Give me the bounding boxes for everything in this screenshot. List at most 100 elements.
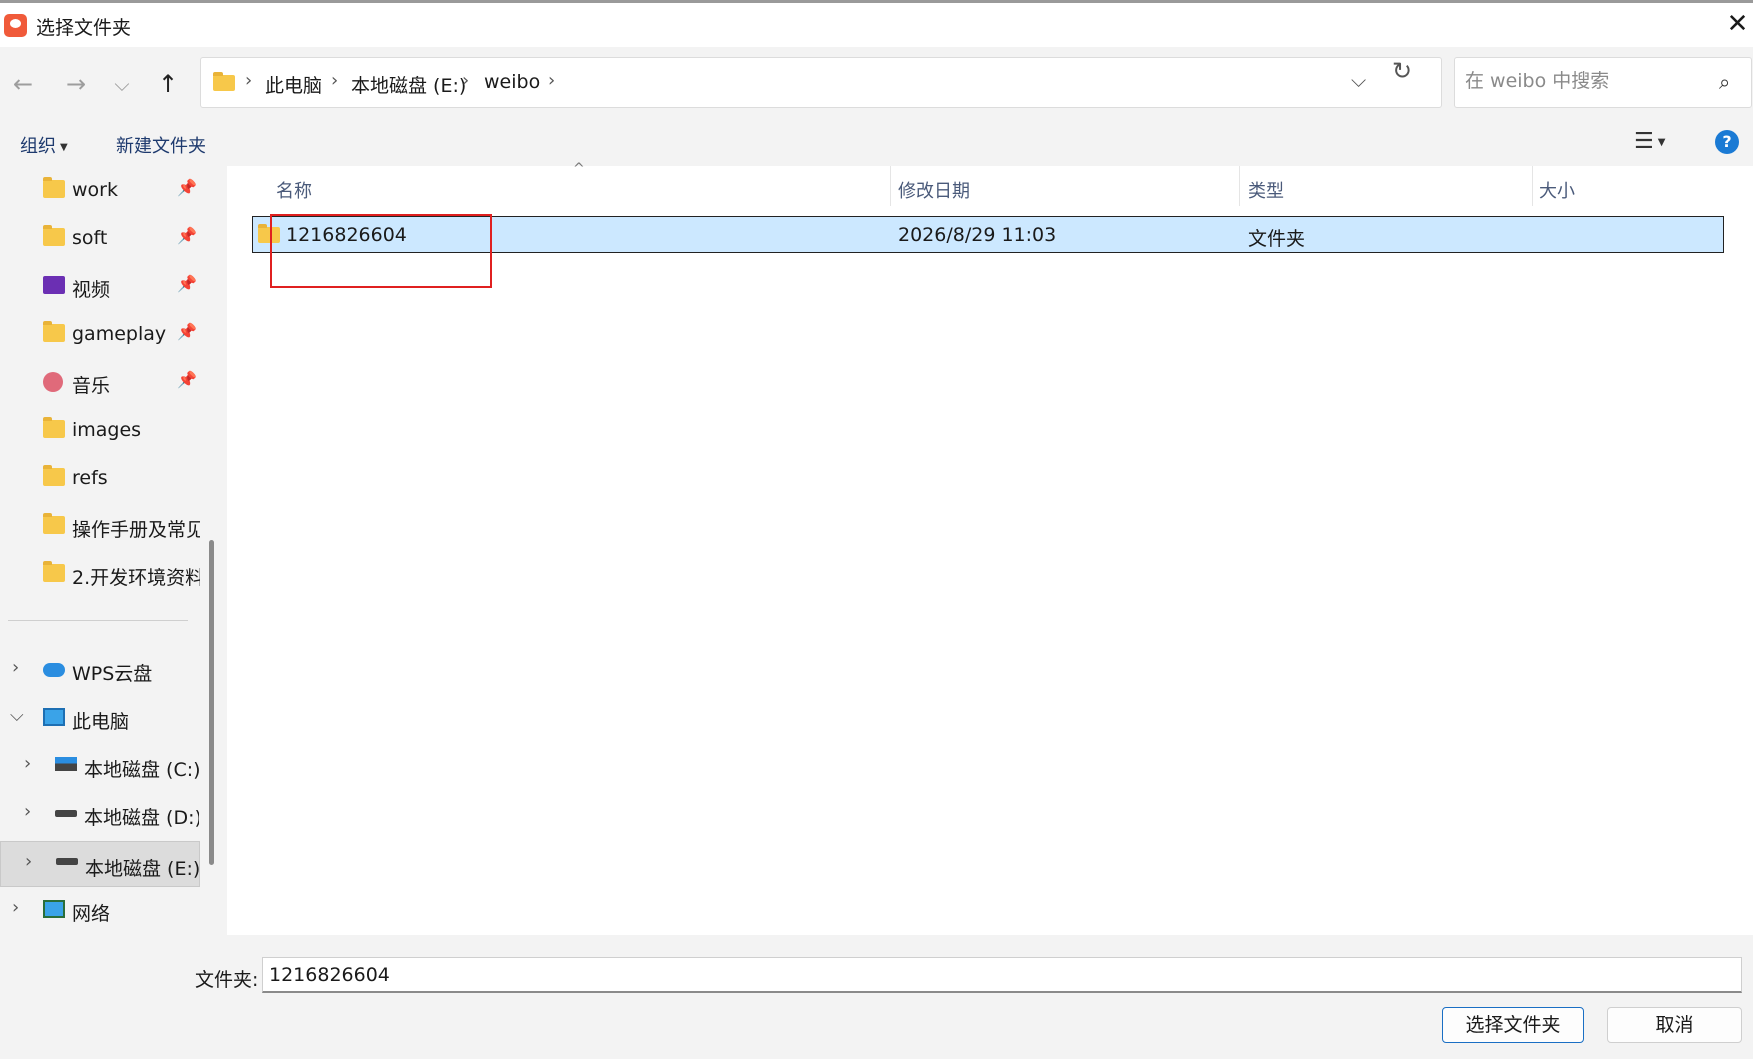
breadcrumb-separator-icon: › [548,70,556,91]
refresh-icon[interactable]: ↻ [1392,57,1412,85]
folder-icon [43,561,65,582]
breadcrumb-separator-icon: › [462,70,470,91]
column-header-modified[interactable]: 修改日期 [898,177,970,203]
column-header-type[interactable]: 类型 [1248,177,1284,203]
view-options-icon[interactable]: ☰ ▼ [1634,129,1665,154]
sidebar-item-label: refs [72,467,108,489]
organize-menu[interactable]: 组织 ▼ [20,132,68,158]
breadcrumb-separator-icon: › [245,70,253,91]
sidebar-item-label: soft [72,227,108,249]
organize-label: 组织 [20,136,56,157]
sidebar-item-label: 音乐 [72,375,111,397]
select-folder-button[interactable]: 选择文件夹 [1442,1007,1584,1043]
drive-icon [55,810,77,817]
column-header-name[interactable]: 名称 [276,177,312,203]
music-icon [43,372,63,392]
sidebar-item-refs[interactable]: refs [0,458,200,498]
sidebar-item-music[interactable]: 音乐 📌 [0,362,200,402]
sort-ascending-icon: ^ [573,161,585,177]
help-icon[interactable]: ? [1715,130,1739,154]
pin-icon: 📌 [177,226,197,245]
sidebar-item-label: 此电脑 [72,711,130,733]
search-icon[interactable]: ⌕ [1719,70,1730,94]
chevron-right-icon[interactable]: › [24,753,31,774]
pin-icon: 📌 [177,370,197,389]
column-divider[interactable] [1239,166,1240,206]
chevron-right-icon[interactable]: › [24,801,31,822]
drive-icon [56,858,78,865]
sidebar-item-network[interactable]: › 网络 [0,890,200,930]
address-dropdown-icon[interactable]: ⌵ [1351,68,1366,92]
cloud-icon [43,663,65,677]
drive-icon [55,757,77,771]
sidebar-item-label: 操作手册及常见问题 [72,519,200,541]
breadcrumb-weibo[interactable]: weibo [484,71,540,93]
sidebar-item-images[interactable]: images [0,410,200,450]
chevron-right-icon[interactable]: › [25,851,32,872]
search-box[interactable]: ⌕ [1454,57,1752,108]
sidebar-divider [8,620,188,621]
sidebar-item-label: 本地磁盘 (C:) [84,759,199,781]
folder-label: 文件夹: [195,969,259,991]
sidebar-item-manual[interactable]: 操作手册及常见问题 [0,506,200,546]
app-icon [4,14,27,37]
column-divider[interactable] [890,166,891,206]
sidebar-item-drive-d[interactable]: › 本地磁盘 (D:) [0,794,200,834]
forward-arrow-icon[interactable]: → [60,68,92,100]
navigation-pane: work 📌 soft 📌 视频 📌 gameplay 📌 音乐 📌 image… [0,166,201,935]
caret-down-icon: ▼ [1657,136,1666,148]
cell-modified: 2026/8/29 11:03 [898,224,1057,246]
sidebar-item-wps-cloud[interactable]: › WPS云盘 [0,650,200,690]
sidebar-item-label: 视频 [72,279,111,301]
new-folder-button[interactable]: 新建文件夹 [116,132,206,158]
search-input[interactable] [1465,70,1715,92]
sidebar-item-drive-e[interactable]: › 本地磁盘 (E:) [0,841,200,887]
folder-name-input[interactable] [262,957,1742,993]
sidebar-item-this-pc[interactable]: ⌵ 此电脑 [0,698,200,738]
close-icon[interactable]: ✕ [1722,9,1753,39]
pin-icon: 📌 [177,322,197,341]
cancel-button[interactable]: 取消 [1607,1007,1742,1043]
column-header-size[interactable]: 大小 [1539,177,1575,203]
sidebar-item-label: 本地磁盘 (E:) [85,858,200,880]
sidebar-item-gameplay[interactable]: gameplay 📌 [0,314,200,354]
view-list-icon: ☰ [1634,129,1654,154]
sidebar-item-work[interactable]: work 📌 [0,170,200,210]
sidebar-item-label: WPS云盘 [72,663,153,685]
sidebar-item-label: work [72,179,118,201]
sidebar-item-label: 本地磁盘 (D:) [84,807,199,829]
caret-down-icon: ▼ [60,141,68,153]
sidebar-scrollbar[interactable] [209,540,214,865]
up-arrow-icon[interactable]: ↑ [152,68,184,100]
pin-icon: 📌 [177,178,197,197]
column-divider[interactable] [1532,166,1533,206]
folder-icon [43,177,65,198]
folder-icon [43,225,65,246]
sidebar-item-label: 2.开发环境资料 [72,567,200,589]
sidebar-item-video[interactable]: 视频 📌 [0,266,200,306]
back-arrow-icon[interactable]: ← [7,68,39,100]
chevron-right-icon[interactable]: › [12,657,19,678]
pin-icon: 📌 [177,274,197,293]
title-bar: 选择文件夹 ✕ [0,3,1753,47]
toolbar: 组织 ▼ 新建文件夹 ☰ ▼ ? [0,121,1753,166]
breadcrumb-this-pc[interactable]: 此电脑 [265,71,322,98]
file-list: ^ 名称 修改日期 类型 大小 1216826604 2026/8/29 11:… [227,161,1753,935]
folder-icon [213,72,235,91]
breadcrumb-drive-e[interactable]: 本地磁盘 (E:) [351,71,466,98]
chevron-down-icon[interactable]: ⌵ [10,705,24,726]
folder-icon [43,417,65,438]
chevron-right-icon[interactable]: › [12,897,19,918]
sidebar-item-drive-c[interactable]: › 本地磁盘 (C:) [0,746,200,786]
recent-locations-chevron-icon[interactable]: ⌵ [106,68,138,100]
breadcrumb-separator-icon: › [331,70,339,91]
folder-icon [43,321,65,342]
network-icon [43,900,65,918]
computer-icon [43,708,65,726]
cell-type: 文件夹 [1248,228,1306,250]
sidebar-item-soft[interactable]: soft 📌 [0,218,200,258]
address-bar[interactable]: › 此电脑 › 本地磁盘 (E:) › weibo › ⌵ [200,57,1442,108]
folder-icon [43,465,65,486]
sidebar-item-dev-env[interactable]: 2.开发环境资料 [0,554,200,594]
dialog-footer: 文件夹: 选择文件夹 取消 [0,935,1753,1059]
